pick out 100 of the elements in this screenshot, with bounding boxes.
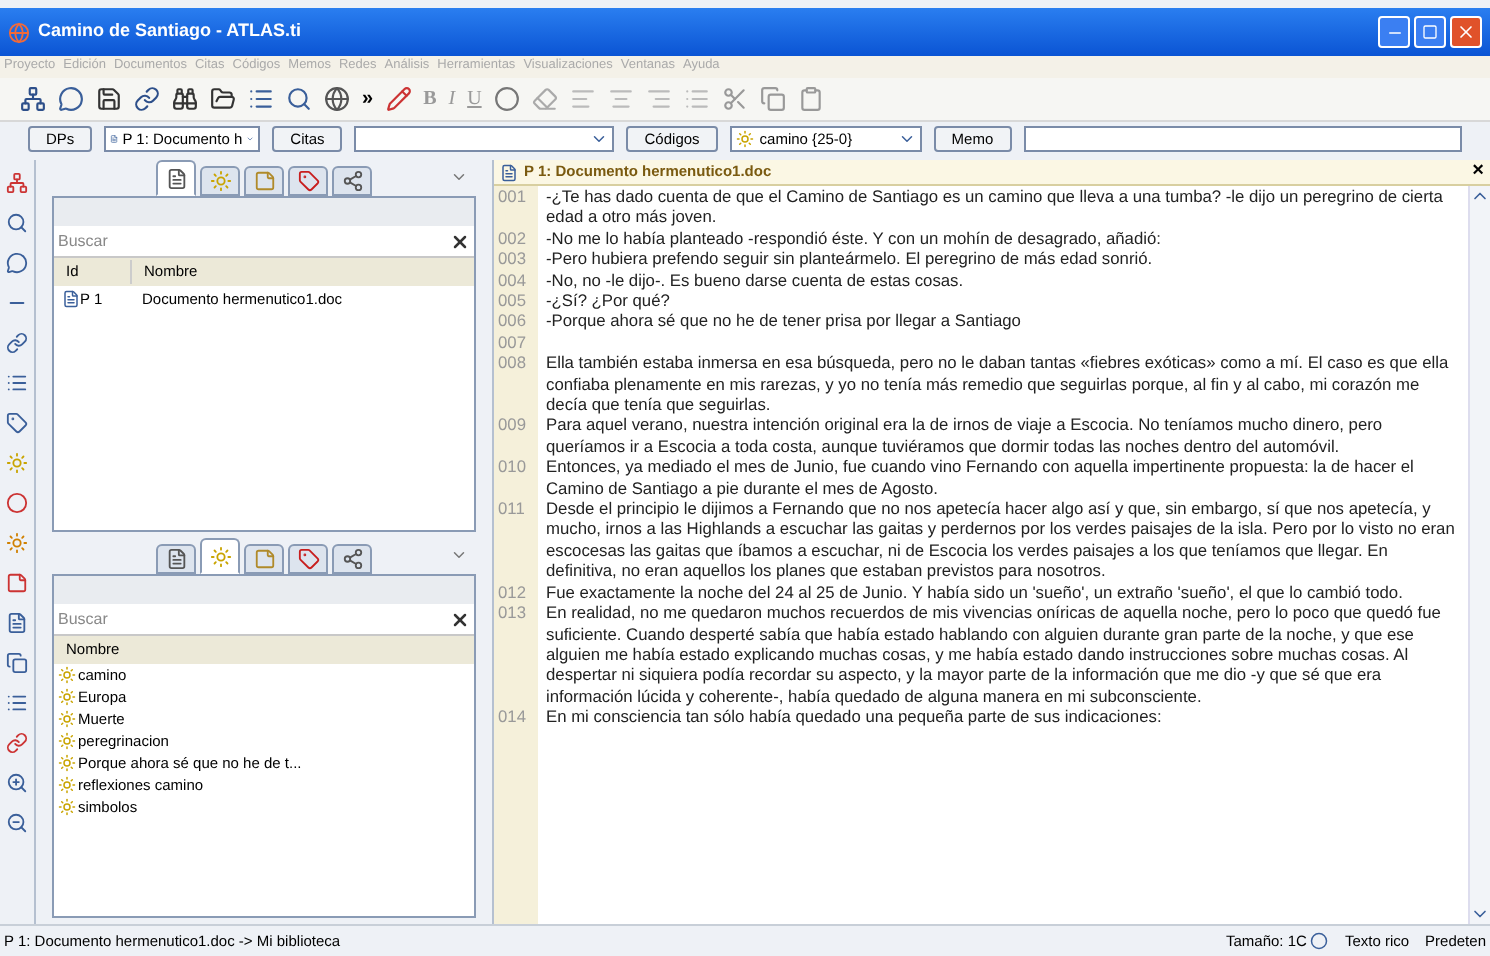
- paragraph-text: -No me lo había planteado -respondió éste. Y con un mohín de desagrado, añadió:: [546, 227, 1163, 249]
- line-number: 006: [496, 310, 528, 332]
- line-number: 002: [496, 227, 528, 249]
- pen-icon[interactable]: [385, 86, 412, 112]
- paragraph-text: Para aquel verano, nuestra intención original era la de irnos de viaje a Escocia. No teníamos mucho dinero, pero queríamos ir a Escocia a toda costa, aunque tuviéramos que dormir todas las noches dentro del automóvil.: [546, 414, 1385, 457]
- list-icon[interactable]: [248, 86, 274, 112]
- speech-bubble-icon[interactable]: [6, 252, 28, 274]
- note-icon[interactable]: [6, 572, 28, 594]
- app-icon: [8, 21, 30, 43]
- paragraph-text: Ella también estaba inmersa en esa búsqueda, pero no le daban tantas «fiebres exóticas» como a mí. El caso es que ella confiaba plenamente en mis rarezas, y yo no tenía más remedio que seguirlas porque, al fin y al cabo, mi corazón me decía que tenía que seguirlas.: [546, 352, 1451, 415]
- pane-tab[interactable]: [156, 544, 196, 574]
- window-title: Camino de Santiago - ATLAS.ti: [38, 18, 302, 45]
- dropdown-icon[interactable]: [450, 168, 468, 186]
- sun-icon: [209, 545, 231, 567]
- document-icon: [165, 167, 187, 189]
- note-icon: [253, 548, 275, 570]
- search-icon[interactable]: [6, 212, 28, 234]
- cut-icon[interactable]: [721, 86, 748, 112]
- line-number: 003: [496, 248, 528, 270]
- sun-icon: [58, 776, 76, 794]
- line-number: 008: [496, 352, 528, 374]
- dropdown-icon: [897, 130, 916, 148]
- sun-icon: [58, 666, 76, 684]
- tag-icon: [297, 548, 319, 570]
- sun-icon: [58, 798, 76, 816]
- speech-bubble-icon[interactable]: [58, 86, 84, 112]
- close-icon[interactable]: [450, 609, 470, 629]
- circle-icon[interactable]: [493, 86, 520, 112]
- link-icon[interactable]: [134, 86, 160, 112]
- paragraph-text: Desde el principio le dijimos a Fernando que no nos apetecía hacer algo así y que, sin embargo, sí que nos apetecía, y mucho, irnos a las Highlands a escuchar las gaitas y perdernos por los verdes paisajes de la isla. Pero por lo visto no eran escocesas las gaitas que íbamos a escuchar, ni de Escocia los verdes paisajes a los que teníamos que llegar. En definitiva, no eran aquellos los planes que estaban previstos para nosotros.: [546, 498, 1457, 582]
- paragraph-text: -Porque ahora sé que no he de tener prisa por llegar a Santiago: [546, 310, 1023, 332]
- tag-icon: [297, 170, 319, 192]
- line-number: 004: [496, 269, 528, 291]
- circle-icon: [1310, 932, 1329, 950]
- paragraph-text: -Pero hubiera prefendo seguir sin planteármelo. El peregrino de más edad sonrió.: [546, 248, 1155, 270]
- paste-icon[interactable]: [797, 86, 824, 112]
- minimize-button[interactable]: [1378, 16, 1410, 48]
- globe-icon[interactable]: [324, 86, 350, 112]
- close-icon[interactable]: [450, 231, 470, 251]
- document-icon[interactable]: [6, 612, 28, 634]
- paragraph-text: En realidad, no me quedaron muchos recuerdos de mis vivencias oníricas de aquella noche, pero lo poco que quedó fue suficiente. Cuando desperté sabía que había estado hablando con alguien durante gran parte de la noche, y que ese alguien me había estado explicando muchas cosas, y me había estado dando instrucciones sobre muchas cosas. Al despertar ni siquiera podía recordar su aspecto, y la mayor parte de la información que me dio -y que sé que era información lúcida y coherente-, había quedado de alguna manera en mi subconsciente.: [546, 602, 1443, 707]
- line-number: 007: [496, 331, 528, 353]
- folder-icon[interactable]: [210, 86, 236, 112]
- document-icon: [165, 548, 187, 570]
- paragraph-text: -¿Te has dado cuenta de que el Camino de Santiago es un camino que lleva a una tumba? -le dijo un peregrino de cierta edad a otro más joven.: [546, 186, 1445, 228]
- list-icon[interactable]: [6, 372, 28, 394]
- scrollbar[interactable]: [1468, 186, 1490, 924]
- network-icon[interactable]: [6, 172, 28, 194]
- pane-tab[interactable]: [288, 166, 328, 196]
- circle-icon[interactable]: [6, 492, 28, 514]
- sun-icon[interactable]: [6, 532, 28, 554]
- close-button[interactable]: ×: [1472, 162, 1484, 182]
- dropdown-icon: [590, 130, 609, 148]
- sun-icon: [735, 130, 754, 148]
- paragraph-text: -¿Sí? ¿Por qué?: [546, 290, 672, 311]
- link-icon[interactable]: [6, 332, 28, 354]
- copy-icon[interactable]: [6, 652, 28, 674]
- maximize-button[interactable]: [1414, 16, 1446, 48]
- paragraph-text: Entonces, ya mediado el mes de Junio, fue cuando vino Fernando con aquella impertinente propuesta: la de hacer el Camino de Santiago a pie durante el mes de Agosto.: [546, 456, 1416, 499]
- search-icon[interactable]: [286, 86, 312, 112]
- save-icon[interactable]: [96, 86, 122, 112]
- line-number: 013: [496, 602, 528, 623]
- quotes-combo[interactable]: [354, 126, 615, 152]
- document-icon: [500, 163, 518, 181]
- zoom-in-icon[interactable]: [6, 772, 28, 794]
- pane-tab[interactable]: [332, 166, 372, 196]
- line-number: 001: [496, 186, 528, 207]
- document-icon: [62, 290, 80, 308]
- copy-icon[interactable]: [759, 86, 786, 112]
- network-icon: [341, 170, 363, 192]
- pane-tab[interactable]: [288, 544, 328, 574]
- document-icon: [110, 130, 119, 148]
- network-icon[interactable]: [20, 86, 46, 112]
- paragraph-text: Fue exactamente la noche del 24 al 25 de Junio. Y había sido un 'sueño', un extraño 'sueño', el que lo cambió todo.: [546, 581, 1405, 603]
- sun-icon: [58, 710, 76, 728]
- sun-icon: [209, 170, 231, 192]
- line-number: 011: [496, 498, 527, 519]
- close-button[interactable]: [1450, 16, 1482, 48]
- note-icon: [253, 170, 275, 192]
- pane-tab[interactable]: [156, 160, 196, 196]
- pane-tab[interactable]: [332, 544, 372, 574]
- dropdown-icon[interactable]: [450, 546, 468, 564]
- line-number: 012: [496, 581, 528, 603]
- list-icon[interactable]: [6, 692, 28, 714]
- binoculars-icon[interactable]: [172, 86, 198, 112]
- maximize-icon: [1422, 24, 1438, 40]
- paragraph-text: En mi consciencia tan sólo había quedado una pequeña parte de sus indicaciones:: [546, 706, 1164, 728]
- more-button[interactable]: »: [362, 84, 374, 114]
- sun-icon: [58, 688, 76, 706]
- line-number: 014: [496, 706, 528, 728]
- link-icon[interactable]: [6, 732, 28, 754]
- sun-icon: [58, 754, 76, 772]
- line-number: 005: [496, 290, 528, 311]
- line-number: 009: [496, 414, 528, 436]
- sun-icon: [58, 732, 76, 750]
- tag-icon[interactable]: [6, 412, 28, 434]
- close-icon: [1456, 22, 1476, 42]
- network-icon: [341, 548, 363, 570]
- memo-field[interactable]: [1023, 126, 1462, 152]
- zoom-out-icon[interactable]: [6, 812, 28, 834]
